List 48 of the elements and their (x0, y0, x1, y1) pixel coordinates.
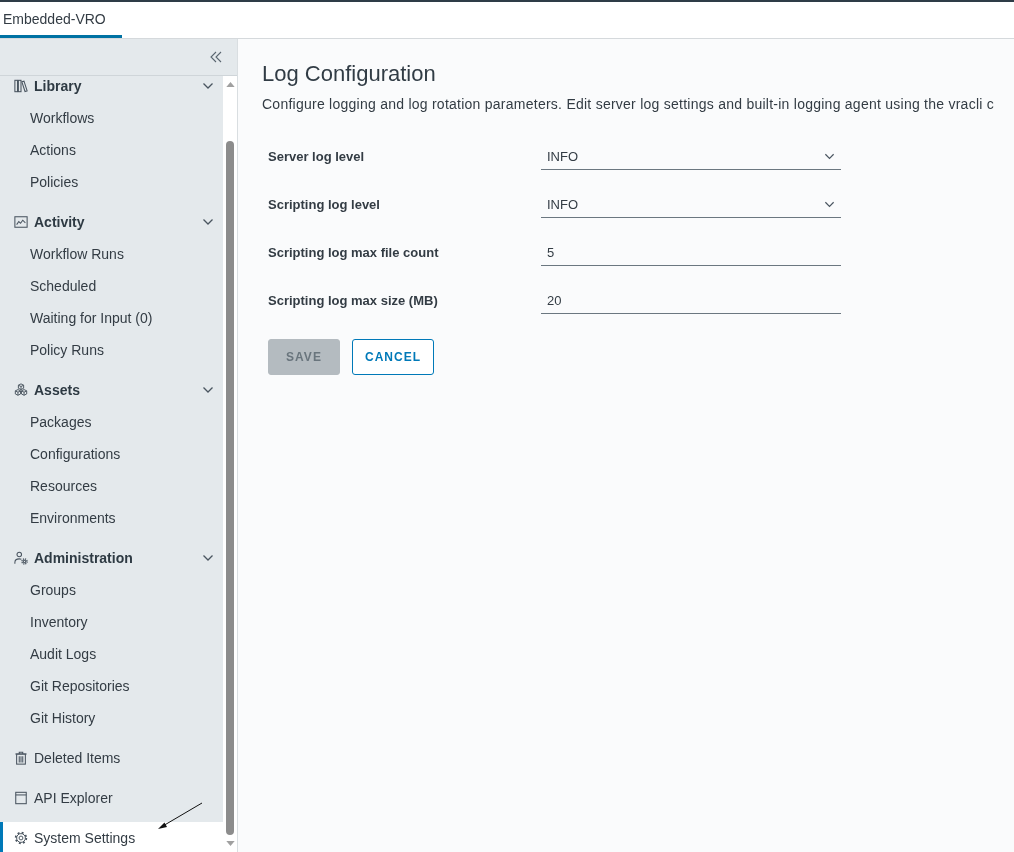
nav-group-header[interactable]: Activity (0, 206, 223, 238)
input-field[interactable]: 5 (541, 240, 841, 266)
nav-item[interactable]: Configurations (0, 438, 223, 470)
collapse-button[interactable] (210, 51, 222, 63)
select-field[interactable]: INFO (541, 192, 841, 218)
nav-link[interactable]: System Settings (0, 822, 223, 852)
field-label: Scripting log max file count (268, 244, 440, 260)
nav-item[interactable]: Git Repositories (0, 670, 223, 702)
line-chart-icon (14, 215, 28, 229)
field-label: Server log level (268, 148, 366, 164)
nav-item[interactable]: Inventory (0, 606, 223, 638)
nav-item[interactable]: Scheduled (0, 270, 223, 302)
trash-icon (14, 751, 28, 765)
nav-item[interactable]: Workflow Runs (0, 238, 223, 270)
nav-item[interactable]: Policy Runs (0, 334, 223, 366)
scroll-up-icon[interactable] (225, 82, 235, 87)
scroll-down-icon[interactable] (225, 841, 235, 846)
scroll-thumb[interactable] (226, 141, 234, 835)
nav-link[interactable]: API Explorer (0, 782, 223, 814)
nav-item[interactable]: Actions (0, 134, 223, 166)
chevron-down-icon (824, 151, 835, 162)
page-title: Log Configuration (262, 60, 437, 88)
page-description: Configure logging and log rotation parameters. Edit server log settings and built-in logging agent using the vracli c (262, 95, 995, 114)
nav-item[interactable]: Groups (0, 574, 223, 606)
nav-item[interactable]: Audit Logs (0, 638, 223, 670)
nav-item[interactable]: Resources (0, 470, 223, 502)
nav-link[interactable]: Deleted Items (0, 742, 223, 774)
settings-icon (14, 831, 28, 845)
books-icon (14, 79, 28, 93)
nav-item[interactable]: Packages (0, 406, 223, 438)
window-icon (14, 791, 28, 805)
nav-group-header[interactable]: Assets (0, 374, 223, 406)
chevron-down-icon (824, 199, 835, 210)
boxes-icon (14, 383, 28, 397)
cancel-button[interactable]: CANCEL (352, 339, 434, 375)
double-chevron-left-icon (210, 51, 222, 63)
nav-item[interactable]: Environments (0, 502, 223, 534)
nav-item[interactable]: Waiting for Input (0) (0, 302, 223, 334)
nav-item[interactable]: Policies (0, 166, 223, 198)
field-label: Scripting log max size (MB) (268, 292, 439, 308)
nav-group-header[interactable]: Library (0, 76, 223, 102)
user-gear-icon (14, 551, 28, 565)
nav-group-header[interactable]: Administration (0, 542, 223, 574)
nav-item[interactable]: Workflows (0, 102, 223, 134)
nav-item[interactable]: Git History (0, 702, 223, 734)
input-field[interactable]: 20 (541, 288, 841, 314)
select-field[interactable]: INFO (541, 144, 841, 170)
field-label: Scripting log level (268, 196, 381, 212)
